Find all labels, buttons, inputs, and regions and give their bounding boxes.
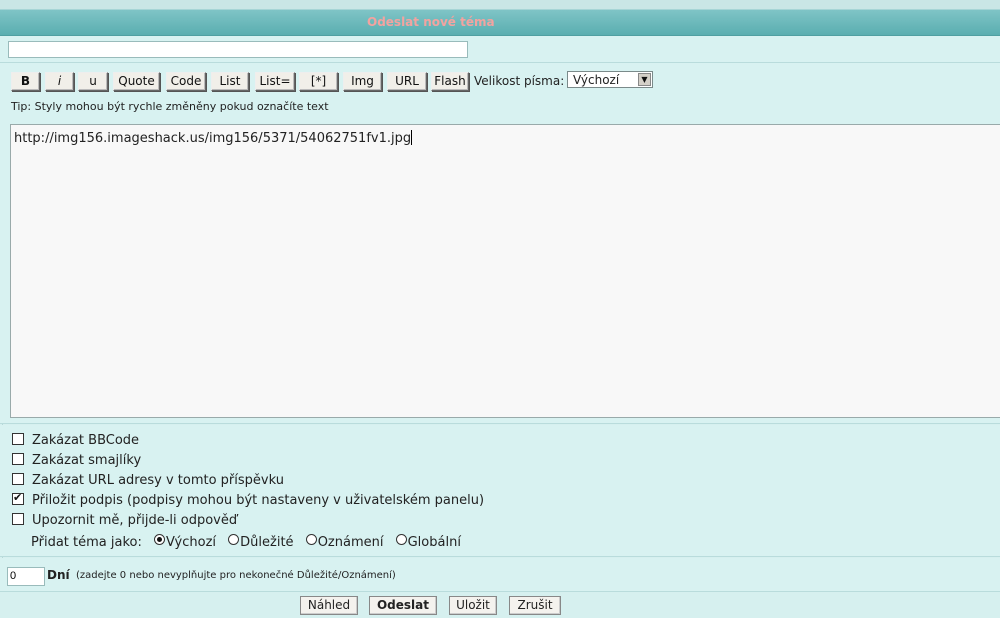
list-ordered-button[interactable]: List= bbox=[255, 72, 295, 91]
option-disable-bbcode[interactable]: Zakázat BBCode bbox=[12, 433, 139, 449]
url-button[interactable]: URL bbox=[387, 72, 427, 91]
checkbox-disable-urls[interactable] bbox=[12, 473, 24, 485]
message-content: http://img156.imageshack.us/img156/5371/… bbox=[14, 130, 413, 146]
list-item-button[interactable]: [*] bbox=[299, 72, 338, 91]
radio-sticky[interactable]: Důležité bbox=[228, 534, 294, 550]
post-type-group: Přidat téma jako: Výchozí Důležité Oznám… bbox=[31, 534, 461, 550]
days-input[interactable] bbox=[7, 567, 45, 586]
editor-section: B i u Quote Code List List= [*] Img URL … bbox=[0, 63, 1000, 424]
days-section: Dní (zadejte 0 nebo nevyplňujte pro neko… bbox=[0, 558, 1000, 592]
italic-button[interactable]: i bbox=[45, 72, 74, 91]
code-button[interactable]: Code bbox=[166, 72, 206, 91]
top-strip bbox=[0, 0, 1000, 9]
action-bar: Náhled Odeslat Uložit Zrušit bbox=[0, 592, 1000, 618]
radio-button[interactable] bbox=[395, 534, 407, 545]
bold-button[interactable]: B bbox=[11, 72, 40, 91]
option-disable-urls[interactable]: Zakázat URL adresy v tomto příspěvku bbox=[12, 473, 284, 489]
option-disable-smilies[interactable]: Zakázat smajlíky bbox=[12, 453, 141, 469]
checkbox-attach-signature[interactable] bbox=[12, 491, 24, 505]
tip-text: Tip: Styly mohou být rychle změněny poku… bbox=[11, 100, 329, 113]
option-label: Přiložit podpis (podpisy mohou být nasta… bbox=[32, 493, 485, 508]
subject-row bbox=[0, 36, 1000, 63]
font-size-value: Výchozí bbox=[573, 73, 620, 87]
list-button[interactable]: List bbox=[211, 72, 249, 91]
radio-label: Výchozí bbox=[166, 535, 217, 550]
radio-button-selected[interactable] bbox=[154, 534, 165, 545]
radio-default[interactable]: Výchozí bbox=[154, 534, 217, 550]
checkbox-notify-reply[interactable] bbox=[12, 513, 24, 525]
font-size-select[interactable]: Výchozí ▼ bbox=[567, 71, 653, 88]
radio-label: Oznámení bbox=[317, 535, 384, 550]
font-size-label: Velikost písma: bbox=[474, 74, 565, 88]
flash-button[interactable]: Flash bbox=[431, 72, 469, 91]
post-type-label: Přidat téma jako: bbox=[31, 535, 142, 550]
checkbox-disable-bbcode[interactable] bbox=[12, 433, 24, 445]
radio-announcement[interactable]: Oznámení bbox=[305, 534, 384, 550]
option-label: Upozornit mě, přijde-li odpověď bbox=[32, 513, 238, 528]
image-button[interactable]: Img bbox=[343, 72, 382, 91]
option-notify-reply[interactable]: Upozornit mě, přijde-li odpověď bbox=[12, 513, 237, 529]
message-text: http://img156.imageshack.us/img156/5371/… bbox=[14, 131, 412, 146]
radio-button[interactable] bbox=[305, 534, 317, 545]
option-label: Zakázat URL adresy v tomto příspěvku bbox=[32, 473, 284, 488]
save-button[interactable]: Uložit bbox=[449, 596, 497, 615]
cancel-button[interactable]: Zrušit bbox=[509, 596, 561, 615]
radio-button[interactable] bbox=[228, 534, 240, 545]
text-caret bbox=[411, 130, 413, 145]
message-textarea[interactable]: http://img156.imageshack.us/img156/5371/… bbox=[10, 124, 1000, 418]
form-header: Odeslat nové téma bbox=[0, 9, 1000, 36]
radio-global[interactable]: Globální bbox=[395, 534, 461, 550]
radio-label: Důležité bbox=[240, 535, 294, 550]
checkbox-disable-smilies[interactable] bbox=[12, 453, 24, 465]
quote-button[interactable]: Quote bbox=[113, 72, 160, 91]
chevron-down-icon[interactable]: ▼ bbox=[638, 73, 651, 86]
form-title: Odeslat nové téma bbox=[367, 15, 495, 29]
submit-button[interactable]: Odeslat bbox=[369, 596, 437, 615]
days-hint: (zadejte 0 nebo nevyplňujte pro nekonečn… bbox=[76, 570, 396, 581]
underline-button[interactable]: u bbox=[78, 72, 108, 91]
option-label: Zakázat BBCode bbox=[32, 433, 140, 448]
option-attach-signature[interactable]: Přiložit podpis (podpisy mohou být nasta… bbox=[12, 491, 485, 509]
radio-label: Globální bbox=[407, 535, 461, 550]
option-label: Zakázat smajlíky bbox=[32, 453, 142, 468]
preview-button[interactable]: Náhled bbox=[300, 596, 358, 615]
days-label: Dní bbox=[47, 568, 70, 582]
subject-input[interactable] bbox=[8, 41, 468, 58]
options-section: Zakázat BBCode Zakázat smajlíky Zakázat … bbox=[0, 425, 1000, 557]
